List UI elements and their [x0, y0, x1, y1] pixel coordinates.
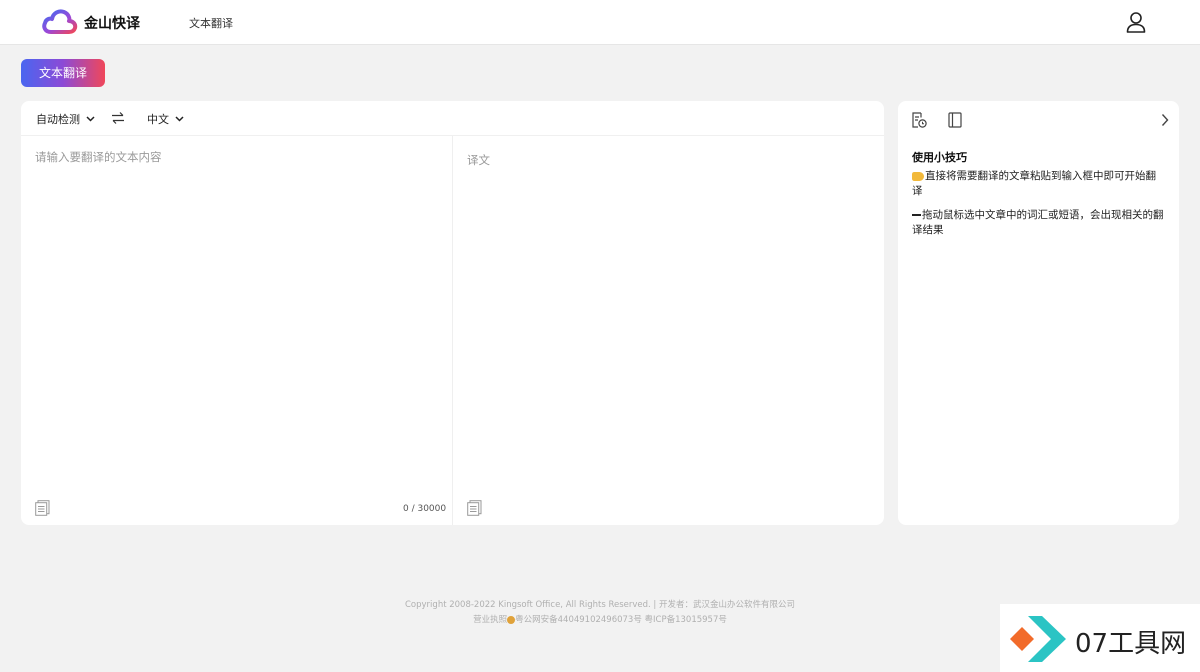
chevron-down-icon [175, 116, 184, 122]
user-icon[interactable] [1124, 10, 1148, 34]
tip-item: 拖动鼠标选中文章中的词汇或短语，会出现相关的翻译结果 [912, 208, 1166, 238]
source-text-input[interactable] [35, 149, 439, 489]
tip-text: 拖动鼠标选中文章中的词汇或短语，会出现相关的翻译结果 [912, 209, 1164, 236]
source-language-label: 自动检测 [36, 113, 80, 126]
copy-icon[interactable] [35, 500, 50, 516]
language-bar: 自动检测 中文 [21, 101, 884, 136]
pointing-hand-icon [912, 171, 924, 181]
character-count: 0 / 30000 [403, 504, 447, 514]
tab-text-translate[interactable]: 文本翻译 [21, 59, 105, 87]
pane-divider [452, 136, 453, 525]
cloud-logo-icon[interactable] [42, 8, 78, 36]
target-language-select[interactable]: 中文 [147, 111, 184, 127]
copy-translation-icon[interactable] [467, 500, 482, 516]
tip-item: 直接将需要翻译的文章粘贴到输入框中即可开始翻译 [912, 169, 1166, 199]
tip-text: 直接将需要翻译的文章粘贴到输入框中即可开始翻译 [912, 170, 1156, 197]
history-icon[interactable] [911, 112, 927, 128]
translator-card: 自动检测 中文 译文 0 / 30000 [21, 101, 884, 525]
police-badge-icon [507, 615, 516, 624]
nav-text-translate[interactable]: 文本翻译 [189, 15, 233, 31]
swap-languages-icon[interactable] [111, 111, 125, 125]
tips-panel: 使用小技巧 直接将需要翻译的文章粘贴到输入框中即可开始翻译 拖动鼠标选中文章中的… [898, 101, 1179, 525]
watermark-logo-icon [1010, 616, 1066, 662]
source-language-select[interactable]: 自动检测 [36, 111, 95, 127]
top-bar: 金山快译 文本翻译 [0, 0, 1200, 45]
brand-name[interactable]: 金山快译 [84, 13, 140, 33]
tips-title: 使用小技巧 [912, 151, 967, 164]
chevron-down-icon [86, 116, 95, 122]
icp-record-link[interactable]: 粤公网安备44049102496073号 粤ICP备13015957号 [515, 615, 727, 625]
translation-output: 译文 [467, 153, 490, 167]
chevron-right-icon[interactable] [1160, 113, 1170, 127]
business-license-link[interactable]: 营业执照 [473, 615, 507, 625]
target-language-label: 中文 [147, 113, 169, 126]
watermark: 07工具网 [1000, 604, 1200, 672]
notebook-icon[interactable] [947, 112, 963, 128]
watermark-text: 07工具网 [1075, 629, 1187, 659]
dash-icon [912, 214, 921, 216]
